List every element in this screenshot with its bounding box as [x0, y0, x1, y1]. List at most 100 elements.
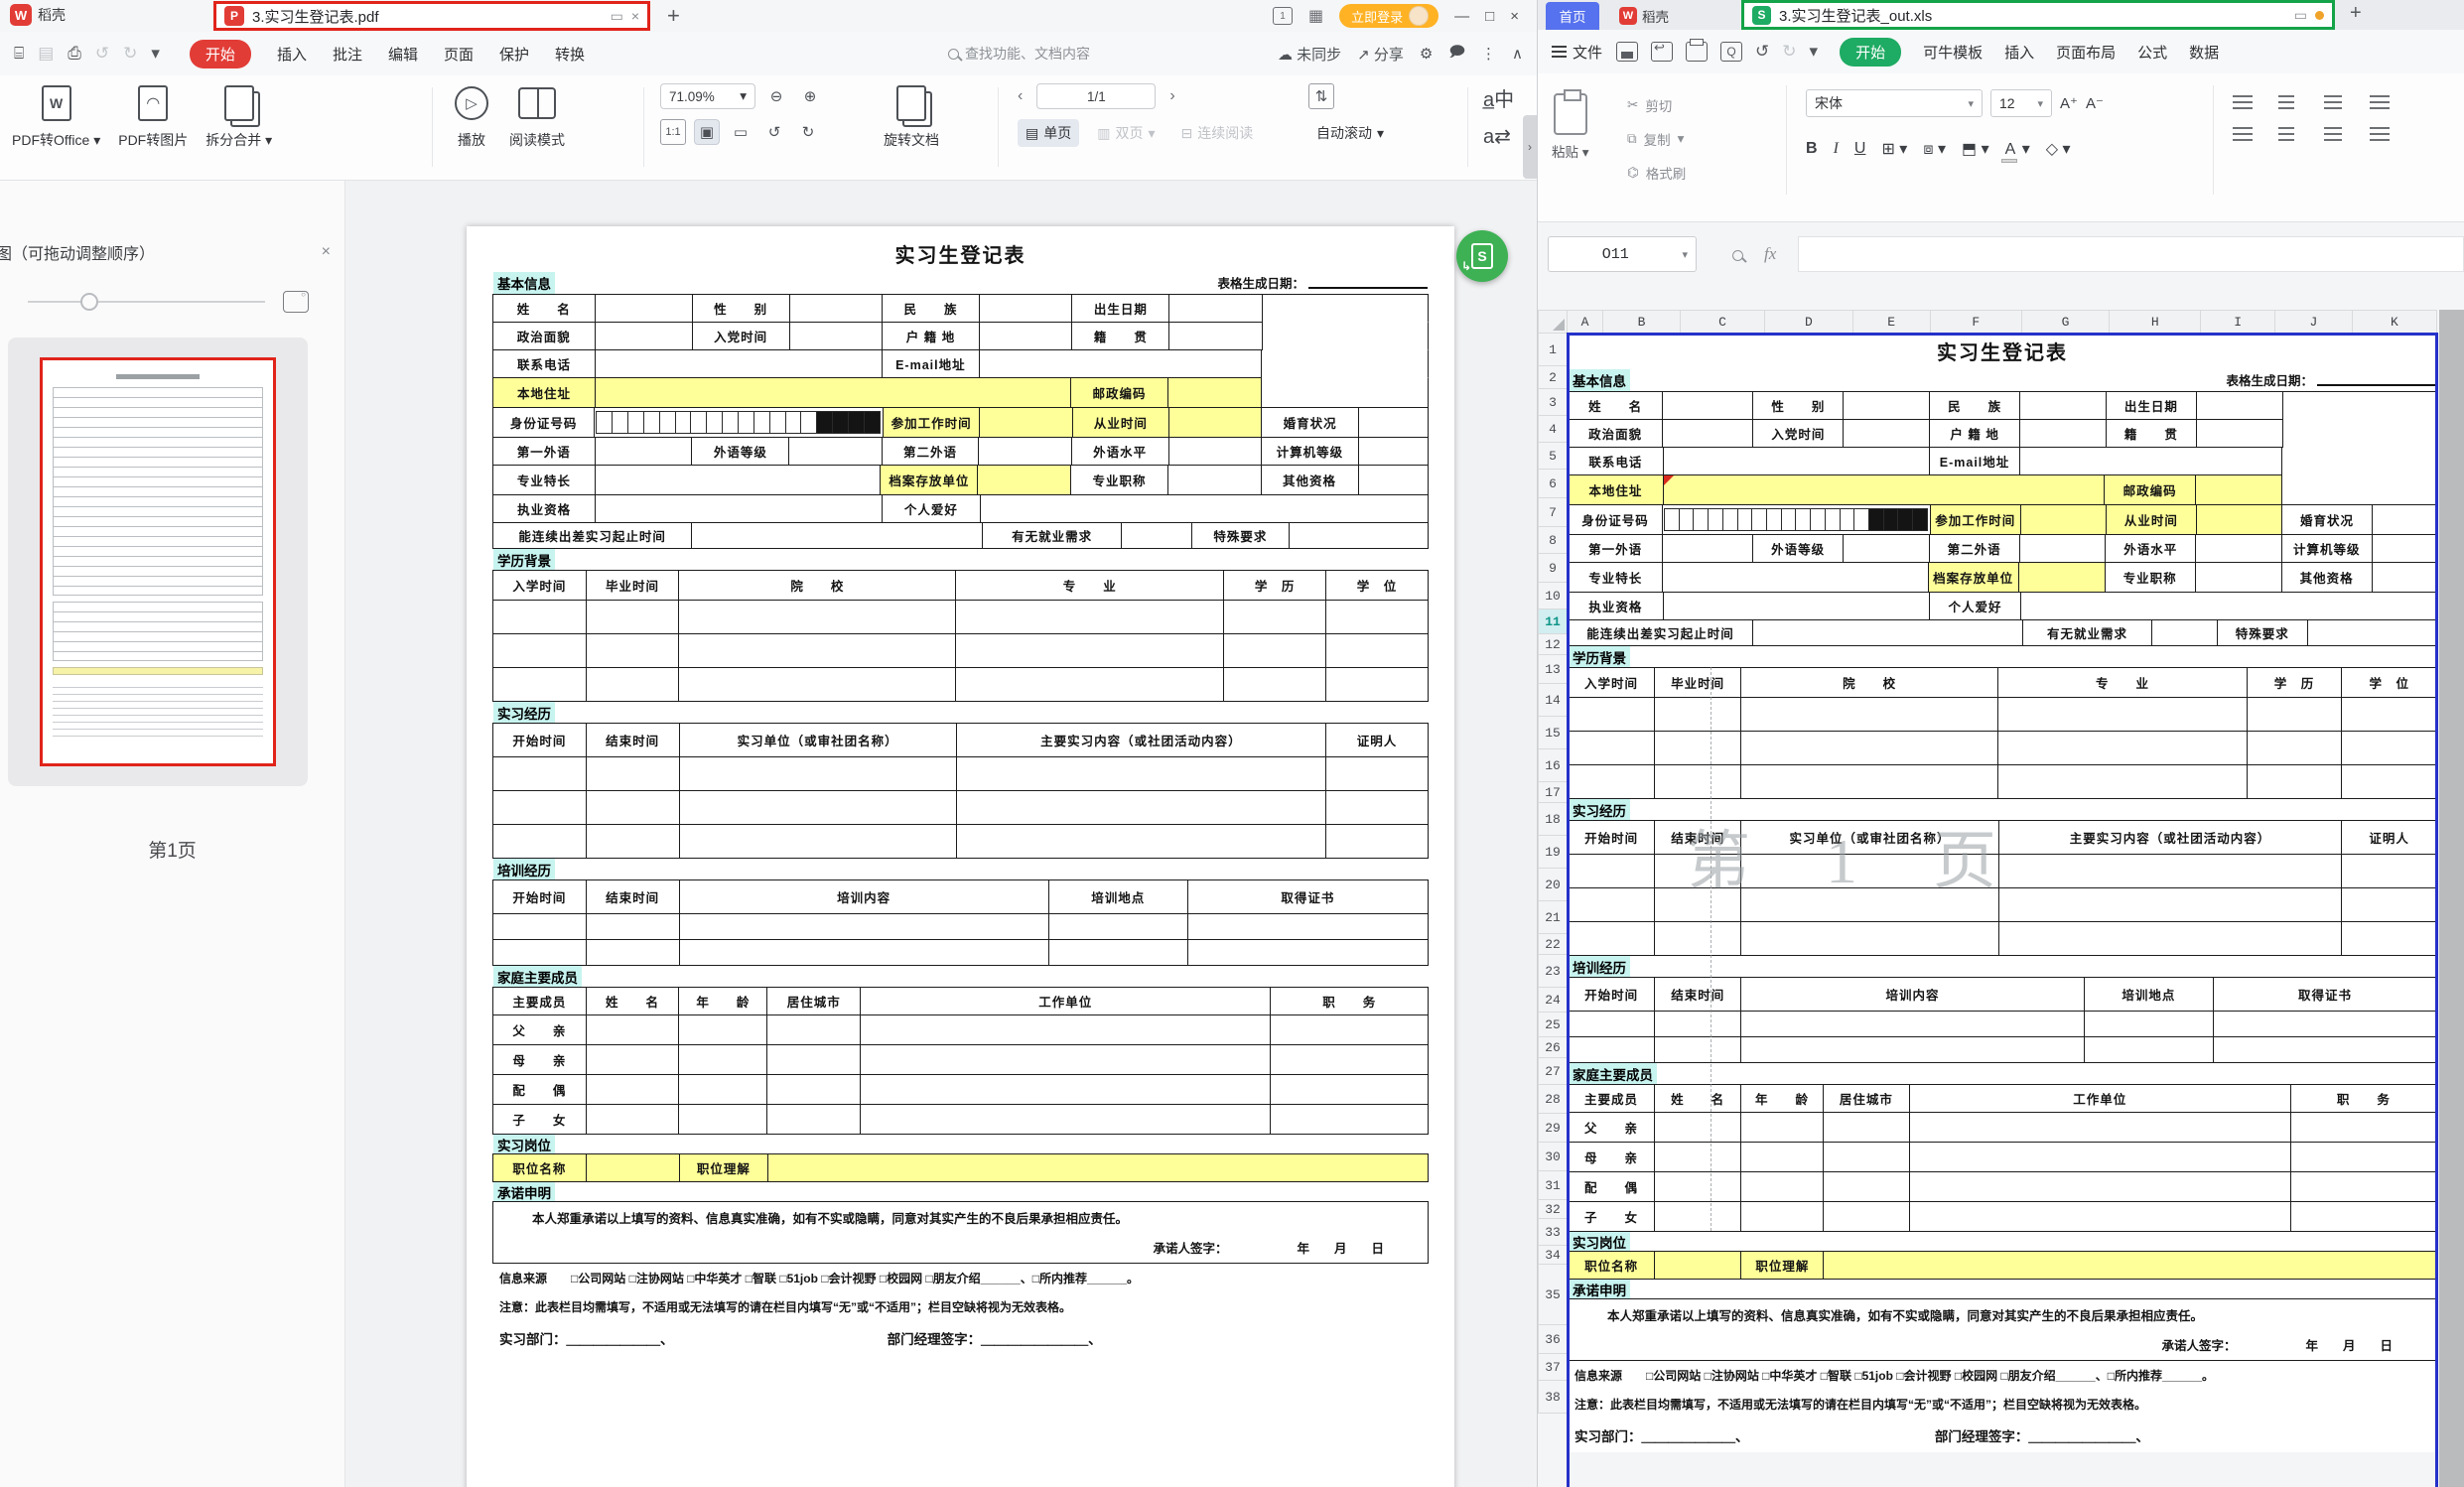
- form-cell[interactable]: [1843, 534, 1930, 563]
- form-label[interactable]: 执业资格: [1568, 592, 1664, 620]
- form-label[interactable]: 能连续出差实习起止时间: [1568, 619, 1753, 646]
- row-header[interactable]: 9: [1538, 553, 1568, 583]
- form-label[interactable]: 注意：此表栏目均需填写，不适用或无法填写的请在栏目内填写“无”或“不适用”；栏目…: [1568, 1390, 2437, 1419]
- form-cell[interactable]: [1757, 798, 2437, 821]
- form-cell[interactable]: [1740, 854, 1998, 888]
- redo-icon[interactable]: ↻: [123, 44, 137, 64]
- row-header[interactable]: 25: [1538, 1012, 1568, 1037]
- form-label[interactable]: 工作单位: [1909, 1084, 2291, 1113]
- more-menu-icon[interactable]: ⋮: [1481, 45, 1496, 63]
- form-label[interactable]: 计算机等级: [2281, 534, 2373, 563]
- column-header[interactable]: F: [1930, 310, 2022, 334]
- row-header[interactable]: 1: [1538, 333, 1568, 366]
- align-left-icon[interactable]: [2233, 127, 2253, 141]
- next-page-icon[interactable]: ›: [1169, 87, 1174, 105]
- login-button[interactable]: 立即登录: [1339, 4, 1438, 28]
- form-cell[interactable]: [2247, 731, 2343, 765]
- form-cell[interactable]: [2341, 854, 2437, 888]
- form-cell[interactable]: [1909, 1171, 2291, 1202]
- form-cell[interactable]: [1654, 697, 1741, 732]
- pdf-to-image-button[interactable]: PDF转图片: [118, 83, 188, 150]
- form-cell[interactable]: [2290, 1171, 2437, 1202]
- save-icon[interactable]: [1616, 42, 1638, 62]
- form-cell[interactable]: [1568, 697, 1655, 732]
- form-label[interactable]: 邮政编码: [2104, 474, 2195, 505]
- menu-convert[interactable]: 转换: [555, 44, 585, 65]
- name-box[interactable]: O11 ▾: [1548, 236, 1697, 272]
- form-label[interactable]: 姓 名: [1654, 1084, 1741, 1113]
- fit-page-icon[interactable]: ▣: [694, 119, 720, 145]
- menu-home[interactable]: 开始: [1840, 38, 1901, 67]
- home-tab[interactable]: 首页: [1546, 2, 1599, 30]
- form-cell[interactable]: [1998, 887, 2343, 922]
- form-cell[interactable]: [2196, 391, 2283, 420]
- form-label[interactable]: 本地住址: [1568, 474, 1664, 505]
- form-cell[interactable]: [2247, 697, 2343, 732]
- row-header[interactable]: 31: [1538, 1170, 1568, 1200]
- form-cell[interactable]: [1757, 1231, 2437, 1252]
- tab-pin-icon[interactable]: ▭: [611, 9, 623, 23]
- form-label[interactable]: 专业特长: [1568, 562, 1663, 593]
- form-label[interactable]: 主要成员: [1568, 1084, 1655, 1113]
- form-cell[interactable]: [1752, 619, 2023, 646]
- align-middle-icon[interactable]: [2278, 95, 2294, 109]
- form-label[interactable]: 实习岗位: [1568, 1231, 1758, 1252]
- form-label[interactable]: 身份证号码: [1568, 504, 1663, 535]
- form-label[interactable]: 姓 名: [1568, 391, 1663, 420]
- form-label[interactable]: 参加工作时间: [1930, 504, 2021, 535]
- form-cell[interactable]: [2341, 921, 2437, 956]
- borders-button[interactable]: ⊞ ▾: [1881, 139, 1907, 159]
- form-cell[interactable]: [2341, 731, 2437, 765]
- font-size-select[interactable]: 12▾: [1990, 89, 2052, 117]
- form-label[interactable]: 取得证书: [2213, 977, 2437, 1012]
- form-cell[interactable]: [1843, 391, 1930, 420]
- form-cell[interactable]: [1740, 1201, 1824, 1232]
- form-label[interactable]: 第二外语: [1929, 534, 2020, 563]
- form-label[interactable]: 子 女: [1568, 1201, 1655, 1232]
- row-header[interactable]: 28: [1538, 1084, 1568, 1114]
- column-header[interactable]: E: [1852, 310, 1931, 334]
- column-header[interactable]: K: [2352, 310, 2437, 334]
- form-label[interactable]: 入党时间: [1752, 419, 1844, 448]
- form-cell[interactable]: [2281, 474, 2437, 505]
- rotate-right-icon[interactable]: ↻: [795, 119, 821, 145]
- formula-input[interactable]: [1798, 236, 2464, 272]
- form-label[interactable]: 特殊要求: [2217, 619, 2308, 646]
- form-label[interactable]: 从业时间: [2106, 504, 2197, 535]
- form-cell[interactable]: [2341, 887, 2437, 922]
- menu-protect[interactable]: 保护: [499, 44, 529, 65]
- row-header[interactable]: 23: [1538, 954, 1568, 988]
- form-label[interactable]: 学历背景: [1568, 645, 1758, 668]
- form-label[interactable]: 证明人: [2341, 820, 2437, 855]
- form-label[interactable]: 外语等级: [1752, 534, 1844, 563]
- row-header[interactable]: 6: [1538, 469, 1568, 498]
- row-header[interactable]: 24: [1538, 987, 1568, 1013]
- form-cell[interactable]: [1654, 1251, 1741, 1280]
- form-cell[interactable]: [2213, 1011, 2437, 1037]
- form-cell[interactable]: [1663, 592, 1930, 620]
- form-label[interactable]: 外语水平: [2105, 534, 2196, 563]
- form-cell[interactable]: [2019, 447, 2282, 475]
- form-label[interactable]: 职位理解: [1740, 1251, 1824, 1280]
- zoom-in-icon[interactable]: ⊕: [797, 83, 823, 109]
- form-cell[interactable]: [1823, 1201, 1910, 1232]
- toolbar-more-icon[interactable]: ▾: [1810, 42, 1819, 62]
- play-button[interactable]: ▷ 播放: [452, 83, 491, 150]
- form-label[interactable]: 基本信息: [1568, 367, 1758, 392]
- form-cell[interactable]: [2195, 474, 2282, 505]
- row-header[interactable]: 3: [1538, 388, 1568, 416]
- format-painter-button[interactable]: ⌬ 格式刷: [1627, 163, 1686, 183]
- form-label[interactable]: 其他资格: [2281, 562, 2373, 593]
- form-cell[interactable]: [2195, 562, 2282, 593]
- form-cell[interactable]: [1757, 367, 2136, 392]
- form-cell[interactable]: [1568, 1036, 1655, 1063]
- form-cell[interactable]: [1654, 731, 1741, 765]
- clear-format-button[interactable]: ◇ ▾: [2046, 139, 2071, 159]
- form-cell[interactable]: [2019, 391, 2107, 420]
- undo-icon[interactable]: ↺: [95, 44, 109, 64]
- form-cell[interactable]: [2372, 504, 2437, 535]
- menu-edit[interactable]: 编辑: [388, 44, 418, 65]
- form-label[interactable]: 表格生成日期：: [2135, 367, 2437, 392]
- form-label[interactable]: 实习生登记表: [1568, 334, 2437, 368]
- row-header[interactable]: 34: [1538, 1245, 1568, 1265]
